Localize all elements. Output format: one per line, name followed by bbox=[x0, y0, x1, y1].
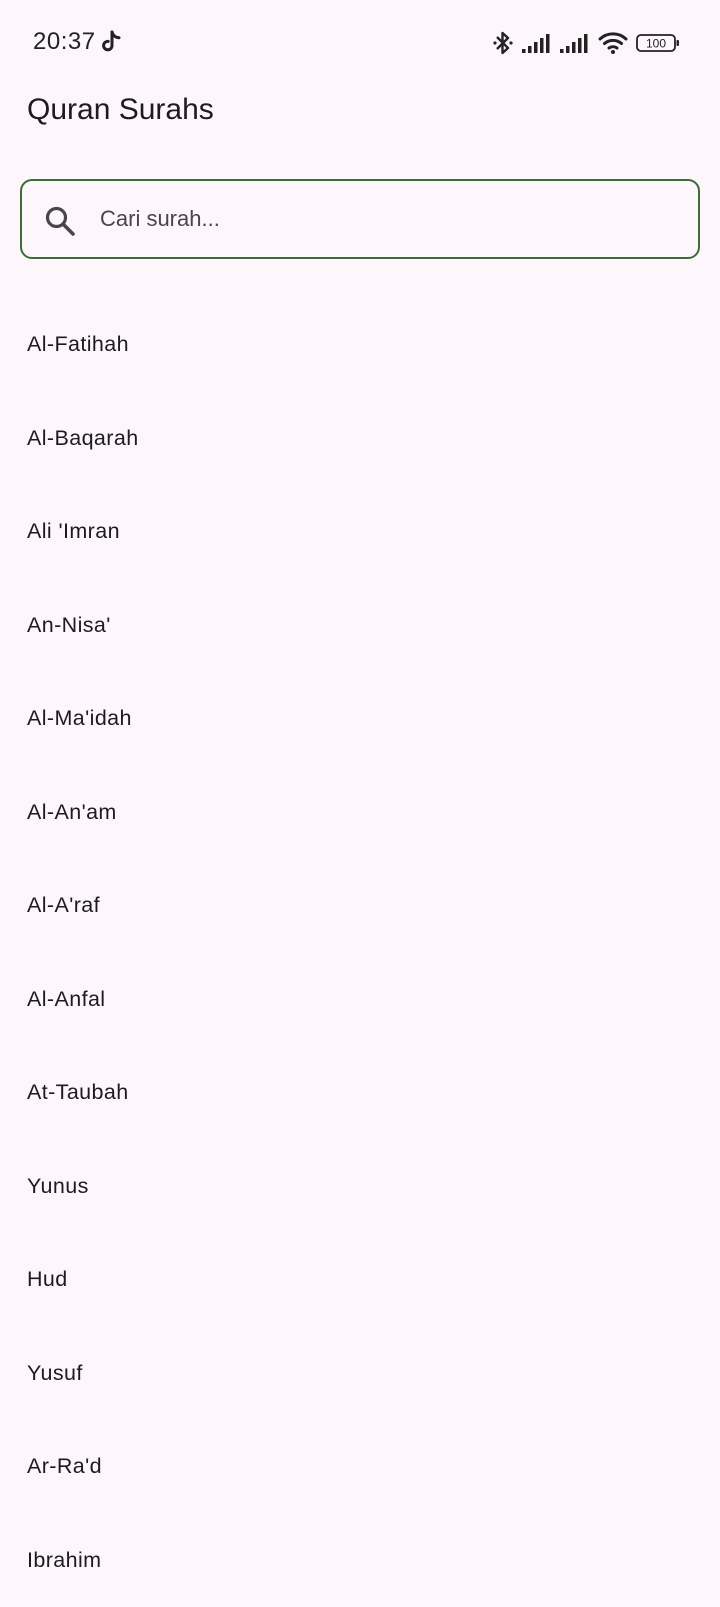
surah-list-item[interactable]: Ar-Ra'd bbox=[0, 1420, 720, 1514]
surah-list-item[interactable]: At-Taubah bbox=[0, 1046, 720, 1140]
surah-list-item[interactable]: Al-Ma'idah bbox=[0, 672, 720, 766]
surah-list-item[interactable]: Al-Anfal bbox=[0, 953, 720, 1047]
status-time: 20:37 bbox=[33, 28, 96, 56]
surah-list-item[interactable]: Al-Baqarah bbox=[0, 392, 720, 486]
wifi-icon bbox=[598, 31, 628, 55]
surah-list-item[interactable]: An-Nisa' bbox=[0, 579, 720, 673]
battery-icon: 100 bbox=[636, 32, 680, 54]
tiktok-notification-icon bbox=[100, 30, 122, 54]
page-title: Quran Surahs bbox=[27, 93, 214, 127]
signal-icon bbox=[522, 32, 552, 54]
surah-list-item[interactable]: Hud bbox=[0, 1233, 720, 1327]
surah-list-item[interactable]: Ali 'Imran bbox=[0, 485, 720, 579]
surah-list-item[interactable]: Al-An'am bbox=[0, 766, 720, 860]
search-field[interactable] bbox=[20, 179, 700, 259]
bluetooth-icon bbox=[492, 30, 514, 56]
surah-list-item[interactable]: Al-Fatihah bbox=[0, 298, 720, 392]
surah-list-item[interactable]: Yunus bbox=[0, 1140, 720, 1234]
status-bar: 20:37 bbox=[0, 0, 720, 90]
status-icons: 100 bbox=[492, 30, 680, 56]
surah-list-item[interactable]: Al-A'raf bbox=[0, 859, 720, 953]
battery-level: 100 bbox=[646, 37, 666, 51]
search-icon bbox=[44, 205, 76, 237]
surah-list-item[interactable]: Ibrahim bbox=[0, 1514, 720, 1607]
search-input[interactable] bbox=[100, 191, 670, 247]
signal-icon-2 bbox=[560, 32, 590, 54]
surah-list-item[interactable]: Yusuf bbox=[0, 1327, 720, 1421]
surah-list: Al-Fatihah Al-Baqarah Ali 'Imran An-Nisa… bbox=[0, 298, 720, 1607]
